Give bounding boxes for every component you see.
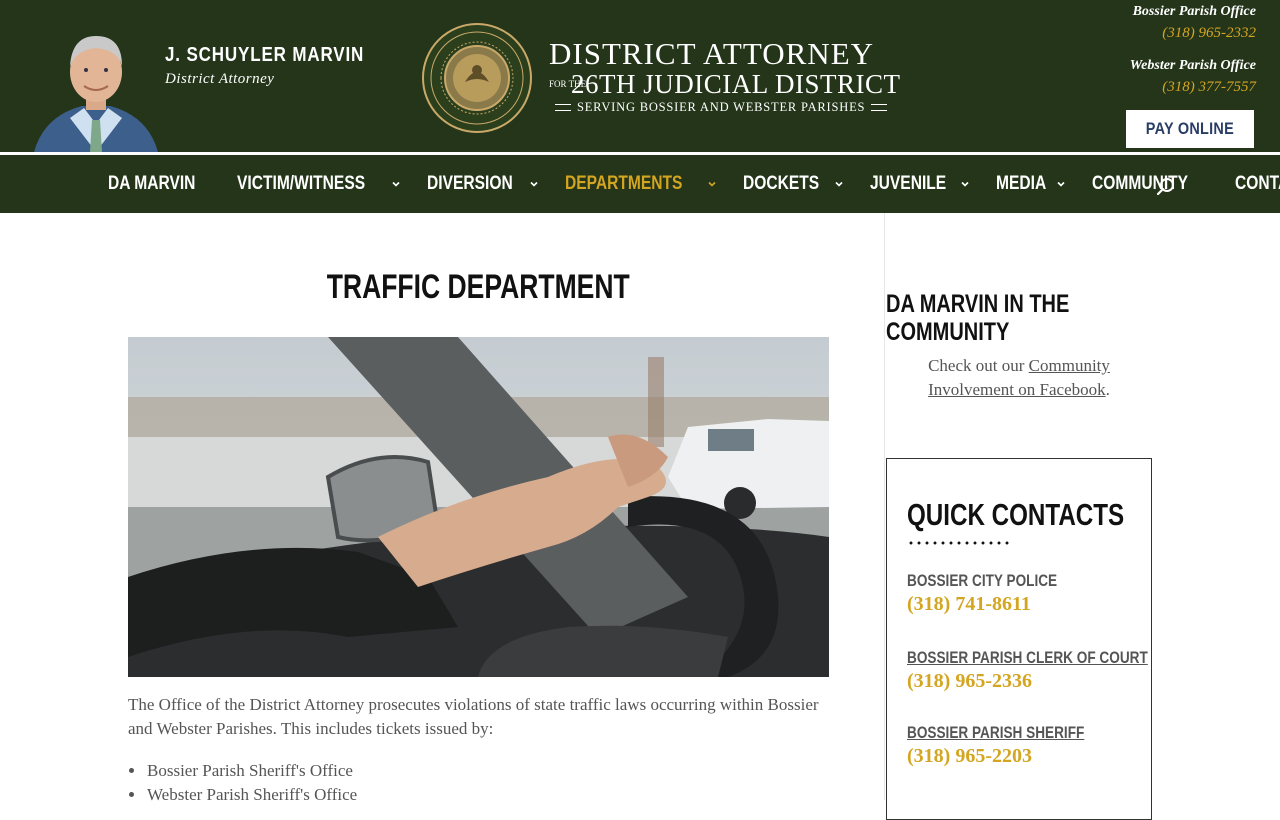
nav-item-juvenile[interactable]: JUVENILE — [870, 173, 971, 195]
quick-contacts-box: QUICK CONTACTS BOSSIER CITY POLICE (318)… — [886, 458, 1152, 820]
community-text-before: Check out our — [928, 356, 1029, 375]
district-attorney-seal[interactable] — [421, 22, 533, 134]
logo-tagline: SERVING BOSSIER AND WEBSTER PARISHES — [577, 100, 866, 114]
da-portrait — [30, 28, 162, 152]
contact-parish-sheriff: BOSSIER PARISH SHERIFF (318) 965-2203 — [907, 723, 1129, 768]
site-logo[interactable]: DISTRICT ATTORNEY FOR THE 26TH JUDICIAL … — [549, 38, 900, 115]
contact-phone[interactable]: (318) 965-2336 — [907, 670, 1208, 693]
community-heading-text: DA MARVIN IN THE COMMUNITY — [886, 290, 1070, 346]
list-item: Webster Parish Sheriff's Office — [146, 783, 357, 807]
pay-online-label: PAY ONLINE — [1145, 119, 1235, 138]
chevron-down-icon — [708, 181, 716, 187]
main-nav: DA MARVIN VICTIM/WITNESS DIVERSION DEPAR… — [0, 155, 1280, 213]
nav-item-victim-witness[interactable]: VICTIM/WITNESS — [237, 173, 401, 195]
nav-item-da-marvin[interactable]: DA MARVIN — [108, 173, 215, 195]
logo-title: DISTRICT ATTORNEY — [549, 36, 875, 71]
nav-label: DA MARVIN — [108, 173, 196, 194]
nav-item-departments[interactable]: DEPARTMENTS — [565, 173, 716, 195]
chevron-down-icon — [530, 181, 538, 187]
search-icon[interactable] — [1156, 177, 1176, 197]
office-phone-webster[interactable]: (318) 377-7557 — [1130, 76, 1256, 98]
contact-phone[interactable]: (318) 741-8611 — [907, 593, 1095, 616]
nav-label: DOCKETS — [742, 173, 819, 194]
nav-item-community[interactable]: COMMUNITY — [1092, 173, 1209, 195]
nav-item-media[interactable]: MEDIA — [996, 173, 1065, 195]
intro-paragraph: The Office of the District Attorney pros… — [128, 695, 819, 738]
office-name-bossier: Bossier Parish Office — [1132, 4, 1256, 19]
nav-label: JUVENILE — [869, 173, 946, 194]
office-contacts: Bossier Parish Office (318) 965-2332 Web… — [1130, 2, 1256, 110]
chevron-down-icon — [392, 181, 400, 187]
nav-item-dockets[interactable]: DOCKETS — [743, 173, 844, 195]
page-title: TRAFFIC DEPARTMENT — [128, 268, 829, 307]
contact-phone[interactable]: (318) 965-2203 — [907, 745, 1129, 768]
chevron-down-icon — [1057, 181, 1065, 187]
quick-contacts-title-text: QUICK CONTACTS — [907, 497, 1125, 532]
column-divider — [884, 213, 885, 800]
dotted-divider — [907, 541, 1011, 545]
nav-item-contact[interactable]: CONTACT — [1235, 173, 1280, 195]
community-heading: DA MARVIN IN THE COMMUNITY — [886, 290, 1152, 346]
pay-online-button[interactable]: PAY ONLINE — [1126, 110, 1254, 148]
contact-name-link[interactable]: BOSSIER PARISH SHERIFF — [907, 723, 1084, 743]
office-phone-bossier[interactable]: (318) 965-2332 — [1130, 22, 1256, 44]
contact-clerk-of-court: BOSSIER PARISH CLERK OF COURT (318) 965-… — [907, 648, 1208, 693]
quick-contacts-title: QUICK CONTACTS — [907, 497, 1185, 533]
nav-label: DIVERSION — [426, 173, 513, 194]
nav-item-diversion[interactable]: DIVERSION — [427, 173, 540, 195]
community-text: Check out our Community Involvement on F… — [886, 354, 1152, 402]
nav-label: CONTACT — [1234, 173, 1280, 194]
da-name: J. SCHUYLER MARVIN — [165, 44, 365, 66]
site-header: J. SCHUYLER MARVIN District Attorney DIS… — [0, 0, 1280, 152]
logo-district: 26TH JUDICIAL DISTRICT — [571, 69, 901, 99]
chevron-down-icon — [834, 181, 843, 187]
community-text-after: . — [1105, 380, 1110, 399]
da-name-block: J. SCHUYLER MARVIN District Attorney — [165, 44, 399, 88]
list-item: Bossier Parish Sheriff's Office — [146, 759, 357, 783]
da-title: District Attorney — [165, 71, 275, 87]
contact-name-link[interactable]: BOSSIER PARISH CLERK OF COURT — [907, 648, 1148, 668]
nav-label: MEDIA — [996, 173, 1047, 194]
page-title-text: TRAFFIC DEPARTMENT — [326, 268, 630, 306]
contact-name: BOSSIER CITY POLICE — [907, 571, 1058, 590]
chevron-down-icon — [961, 181, 970, 187]
nav-label: DEPARTMENTS — [565, 173, 683, 194]
nav-label: VICTIM/WITNESS — [236, 173, 365, 194]
contact-bossier-city-police: BOSSIER CITY POLICE (318) 741-8611 — [907, 571, 1095, 616]
office-name-webster: Webster Parish Office — [1129, 58, 1256, 73]
hero-image-driving — [128, 337, 829, 677]
logo-for-the: FOR THE — [549, 78, 587, 89]
